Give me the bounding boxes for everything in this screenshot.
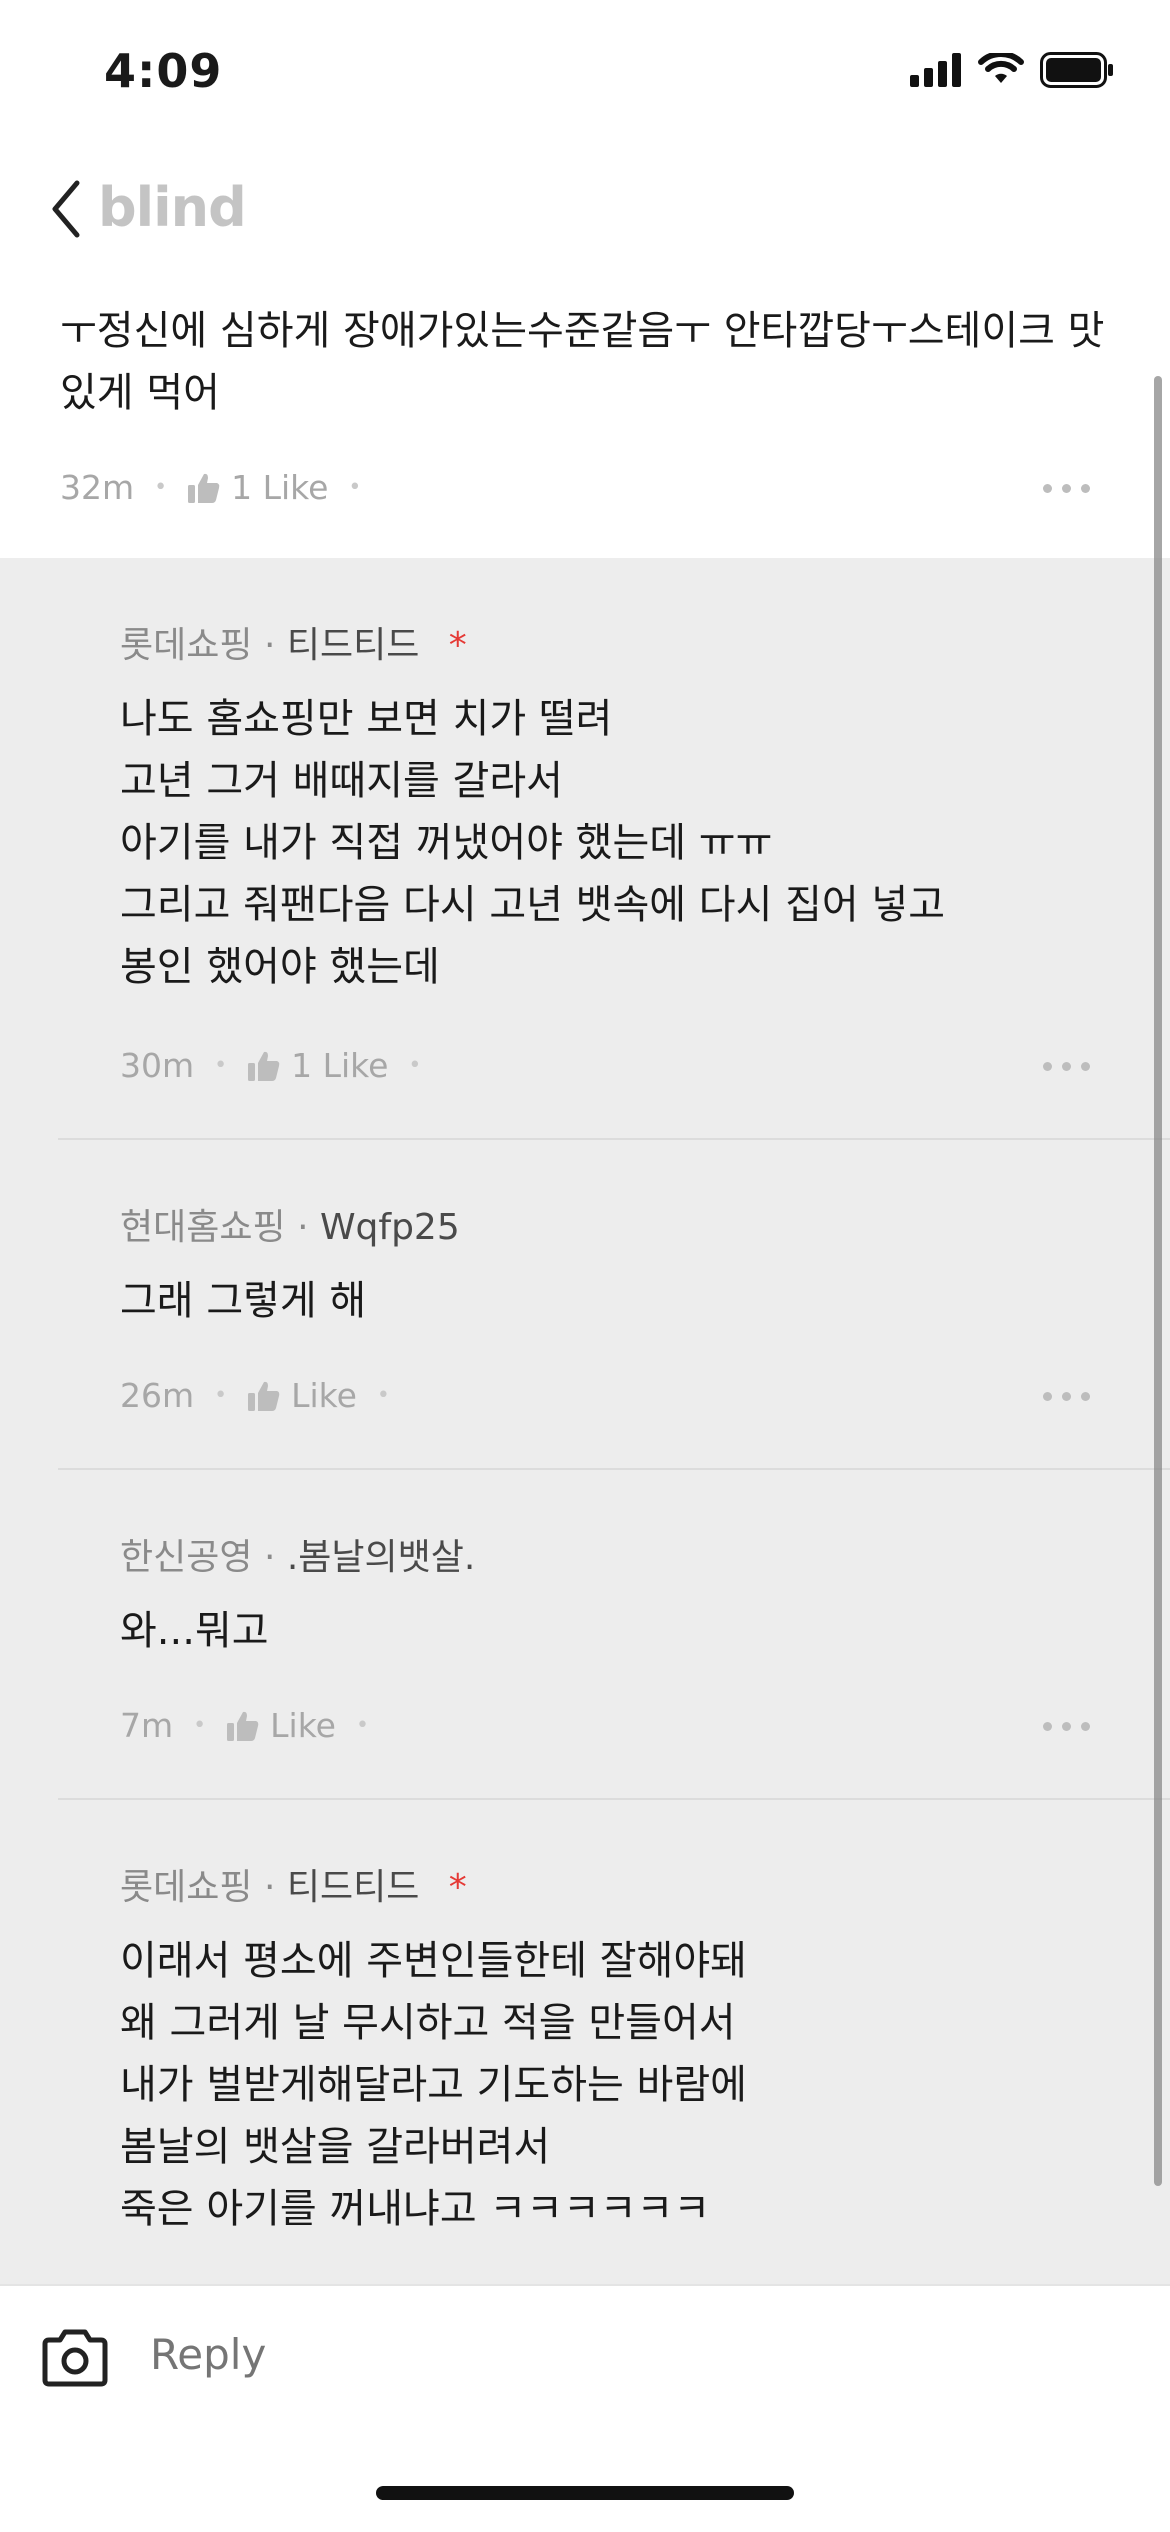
comment-item: 롯데쇼핑 · 티드티드 * 나도 홈쇼핑만 보면 치가 떨려 고년 그거 배때지… bbox=[0, 558, 1170, 1140]
more-icon bbox=[1043, 1392, 1052, 1401]
comment-text: 그래 그렇게 해 bbox=[120, 1278, 367, 1324]
comment-meta: 26m • Like • bbox=[120, 1376, 410, 1415]
status-bar: 4:09 bbox=[0, 0, 1170, 150]
comment-meta: 30m • 1 Like • bbox=[120, 1046, 441, 1085]
meta-separator: • bbox=[154, 475, 168, 500]
comment-company: 한신공영 bbox=[120, 1537, 253, 1578]
thumbs-up-icon bbox=[188, 473, 220, 503]
comment-more-button[interactable] bbox=[1043, 1722, 1090, 1731]
camera-icon bbox=[42, 2329, 108, 2387]
comment-item: 현대홈쇼핑 · Wqfp25 그래 그렇게 해 26m • Like • bbox=[0, 1140, 1170, 1470]
comment-more-button[interactable] bbox=[1043, 1392, 1090, 1401]
comment-like-button[interactable]: Like bbox=[247, 1376, 357, 1415]
comment-meta: 7m • Like • bbox=[120, 1706, 389, 1745]
comment-time: 30m bbox=[120, 1046, 195, 1085]
comment-nickname: 티드티드 bbox=[286, 1867, 420, 1908]
post-meta: 32m • 1 Like • bbox=[60, 468, 381, 507]
thumbs-up-icon bbox=[227, 1711, 259, 1741]
meta-separator: • bbox=[214, 1053, 228, 1078]
post-like-button[interactable]: 1 Like bbox=[187, 468, 328, 507]
comment-time: 26m bbox=[120, 1376, 195, 1415]
more-icon bbox=[1043, 484, 1052, 493]
post: ㅜ정신에 심하게 장애가있는수준같음ㅜ 안타깝당ㅜ스테이크 맛있게 먹어 32m… bbox=[0, 290, 1170, 558]
comment-item: 롯데쇼핑 · 티드티드 * 이래서 평소에 주변인들한테 잘해야돼 왜 그러게 … bbox=[0, 1800, 1170, 2284]
comment-nickname: .봄날의뱃살. bbox=[286, 1537, 476, 1578]
meta-separator: • bbox=[355, 1713, 369, 1738]
comment-company: 현대홈쇼핑 bbox=[120, 1207, 286, 1248]
thumbs-up-icon bbox=[248, 1381, 280, 1411]
comment-text: 와...뭐고 bbox=[120, 1608, 269, 1654]
comment-like-button[interactable]: 1 Like bbox=[247, 1046, 388, 1085]
comment-like-label: Like bbox=[270, 1706, 336, 1745]
scrollbar[interactable] bbox=[1154, 376, 1162, 2186]
more-icon bbox=[1043, 1062, 1052, 1071]
back-button[interactable] bbox=[40, 174, 90, 244]
status-time: 4:09 bbox=[104, 44, 223, 98]
thumbs-up-icon bbox=[248, 1051, 280, 1081]
comment-time: 7m bbox=[120, 1706, 174, 1745]
meta-separator: • bbox=[348, 475, 362, 500]
meta-separator: • bbox=[408, 1053, 422, 1078]
comment-author[interactable]: 현대홈쇼핑 · Wqfp25 bbox=[120, 1198, 460, 1250]
comment-like-label: 1 Like bbox=[291, 1046, 389, 1085]
comment-more-button[interactable] bbox=[1043, 1062, 1090, 1071]
reply-input[interactable] bbox=[150, 2330, 1050, 2379]
home-indicator bbox=[376, 2486, 794, 2500]
more-icon bbox=[1043, 1722, 1052, 1731]
comment-like-label: Like bbox=[291, 1376, 357, 1415]
status-icons bbox=[910, 52, 1114, 88]
post-text: ㅜ정신에 심하게 장애가있는수준같음ㅜ 안타깝당ㅜ스테이크 맛있게 먹어 bbox=[60, 308, 1105, 416]
camera-button[interactable] bbox=[40, 2328, 110, 2388]
meta-separator: • bbox=[376, 1383, 390, 1408]
comment-author[interactable]: 한신공영 · .봄날의뱃살. bbox=[120, 1528, 475, 1580]
comment-author[interactable]: 롯데쇼핑 · 티드티드 * bbox=[120, 1858, 467, 1910]
post-like-label: 1 Like bbox=[231, 468, 329, 507]
comment-text: 이래서 평소에 주변인들한테 잘해야돼 왜 그러게 날 무시하고 적을 만들어서… bbox=[120, 1938, 747, 2232]
signal-icon bbox=[910, 53, 961, 87]
nav-bar: blind bbox=[0, 150, 1170, 270]
comment-thread: 롯데쇼핑 · 티드티드 * 나도 홈쇼핑만 보면 치가 떨려 고년 그거 배때지… bbox=[0, 558, 1170, 2284]
post-time: 32m bbox=[60, 468, 135, 507]
author-marker: * bbox=[448, 1867, 467, 1908]
comment-nickname: 티드티드 bbox=[286, 625, 420, 666]
back-chevron-icon bbox=[52, 180, 80, 238]
comment-company: 롯데쇼핑 bbox=[120, 625, 253, 666]
battery-icon bbox=[1040, 52, 1113, 88]
comment-item: 한신공영 · .봄날의뱃살. 와...뭐고 7m • Like • bbox=[0, 1470, 1170, 1800]
comment-text: 나도 홈쇼핑만 보면 치가 떨려 고년 그거 배때지를 갈라서 아기를 내가 직… bbox=[120, 696, 946, 990]
comment-company: 롯데쇼핑 bbox=[120, 1867, 253, 1908]
meta-separator: • bbox=[214, 1383, 228, 1408]
author-marker: * bbox=[448, 625, 467, 666]
wifi-icon bbox=[978, 53, 1024, 83]
comment-nickname: Wqfp25 bbox=[319, 1207, 460, 1248]
post-more-button[interactable] bbox=[1043, 484, 1090, 493]
brand-logo: blind bbox=[98, 176, 247, 239]
comment-like-button[interactable]: Like bbox=[226, 1706, 336, 1745]
meta-separator: • bbox=[193, 1713, 207, 1738]
comment-author[interactable]: 롯데쇼핑 · 티드티드 * bbox=[120, 616, 467, 668]
